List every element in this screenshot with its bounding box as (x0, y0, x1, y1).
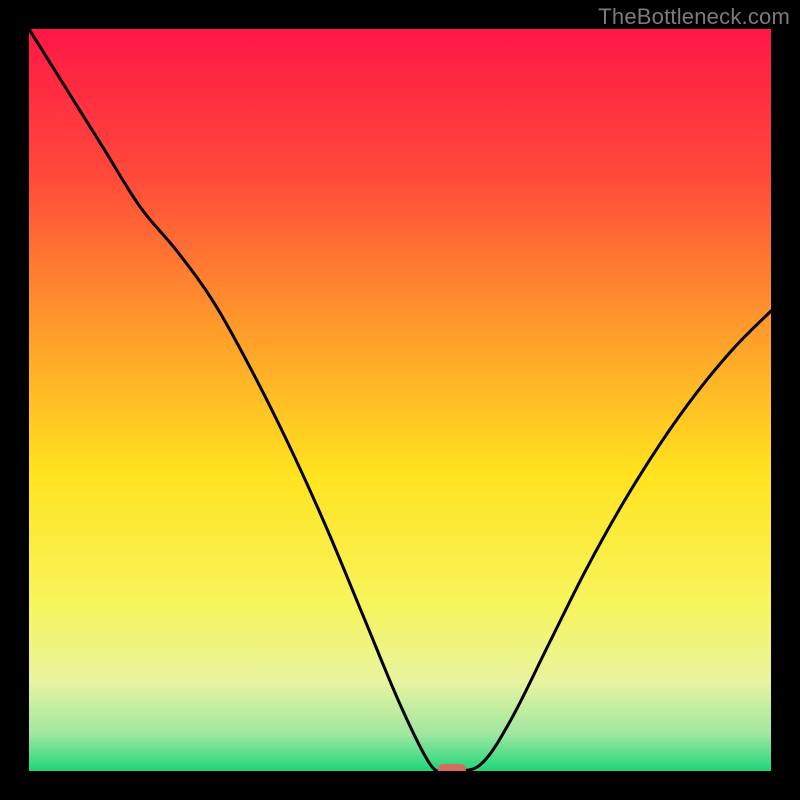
chart-svg (29, 29, 771, 771)
chart-frame: TheBottleneck.com (0, 0, 800, 800)
watermark-text: TheBottleneck.com (598, 4, 790, 30)
optimum-marker (438, 764, 466, 771)
chart-plot-area (29, 29, 771, 771)
gradient-background (29, 29, 771, 771)
